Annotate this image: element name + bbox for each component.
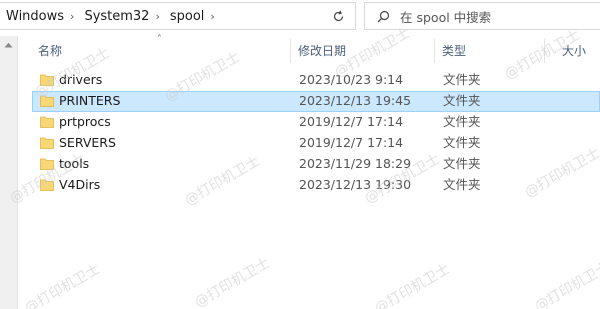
watermark: @打印机卫士: [192, 254, 273, 309]
column-divider[interactable]: [434, 39, 435, 63]
file-type: 文件夹: [443, 114, 481, 129]
file-row[interactable]: SERVERS 2019/12/7 17:14 文件夹: [32, 133, 600, 154]
column-divider[interactable]: [290, 39, 291, 63]
file-name: drivers: [59, 72, 103, 87]
folder-icon: [40, 95, 54, 107]
sort-ascending-icon: ˄: [157, 34, 162, 45]
column-header-size[interactable]: 大小: [562, 36, 586, 64]
file-row[interactable]: prtprocs 2019/12/7 17:14 文件夹: [32, 112, 600, 133]
file-date: 2023/10/23 9:14: [299, 72, 404, 87]
search-placeholder: 在 spool 中搜索: [400, 9, 492, 25]
file-row-selected[interactable]: PRINTERS 2023/12/13 19:45 文件夹: [32, 91, 600, 112]
column-divider[interactable]: [544, 39, 545, 63]
file-type: 文件夹: [443, 156, 481, 171]
file-row[interactable]: V4Dirs 2023/12/13 19:30 文件夹: [32, 175, 600, 196]
folder-icon: [40, 74, 54, 86]
file-name: PRINTERS: [59, 93, 121, 108]
breadcrumb-system32[interactable]: System32: [78, 9, 151, 24]
watermark: @打印机卫士: [372, 260, 453, 309]
watermark: @打印机卫士: [22, 260, 103, 309]
folder-icon: [40, 158, 54, 170]
chevron-right-icon[interactable]: ›: [206, 10, 218, 23]
file-type: 文件夹: [443, 135, 481, 150]
refresh-button[interactable]: [322, 2, 356, 30]
scroll-up-icon[interactable]: [4, 42, 13, 48]
file-date: 2019/12/7 17:14: [299, 114, 404, 129]
breadcrumb-spool[interactable]: spool: [164, 9, 207, 24]
file-name: V4Dirs: [59, 177, 101, 192]
search-icon: [377, 10, 390, 22]
column-header-name[interactable]: 名称: [38, 36, 62, 64]
file-type: 文件夹: [443, 72, 481, 87]
breadcrumb-windows[interactable]: Windows: [0, 9, 66, 24]
file-type: 文件夹: [443, 93, 481, 108]
file-type: 文件夹: [443, 177, 481, 192]
refresh-icon: [333, 10, 344, 21]
file-date: 2023/12/13 19:30: [299, 177, 412, 192]
file-date: 2023/11/29 18:29: [299, 156, 412, 171]
column-header-type[interactable]: 类型: [442, 36, 466, 64]
navigation-bar: Windows › System32 › spool › 在 spool 中搜索: [0, 0, 600, 33]
file-date: 2023/12/13 19:45: [299, 93, 412, 108]
file-name: tools: [59, 156, 90, 171]
navigation-pane[interactable]: [0, 36, 18, 309]
file-name: SERVERS: [59, 135, 116, 150]
folder-icon: [40, 179, 54, 191]
address-bar[interactable]: Windows › System32 › spool ›: [0, 2, 354, 30]
folder-icon: [40, 116, 54, 128]
chevron-right-icon[interactable]: ›: [151, 10, 163, 23]
column-header-date[interactable]: 修改日期: [298, 36, 346, 64]
chevron-right-icon[interactable]: ›: [66, 10, 78, 23]
file-date: 2019/12/7 17:14: [299, 135, 404, 150]
file-row[interactable]: tools 2023/11/29 18:29 文件夹: [32, 154, 600, 175]
file-name: prtprocs: [59, 114, 111, 129]
file-row[interactable]: drivers 2023/10/23 9:14 文件夹: [32, 70, 600, 91]
column-headers: ˄ 名称 修改日期 类型 大小: [20, 34, 600, 64]
search-box[interactable]: 在 spool 中搜索: [364, 2, 600, 30]
folder-icon: [40, 137, 54, 149]
watermark: @打印机卫士: [532, 258, 600, 309]
